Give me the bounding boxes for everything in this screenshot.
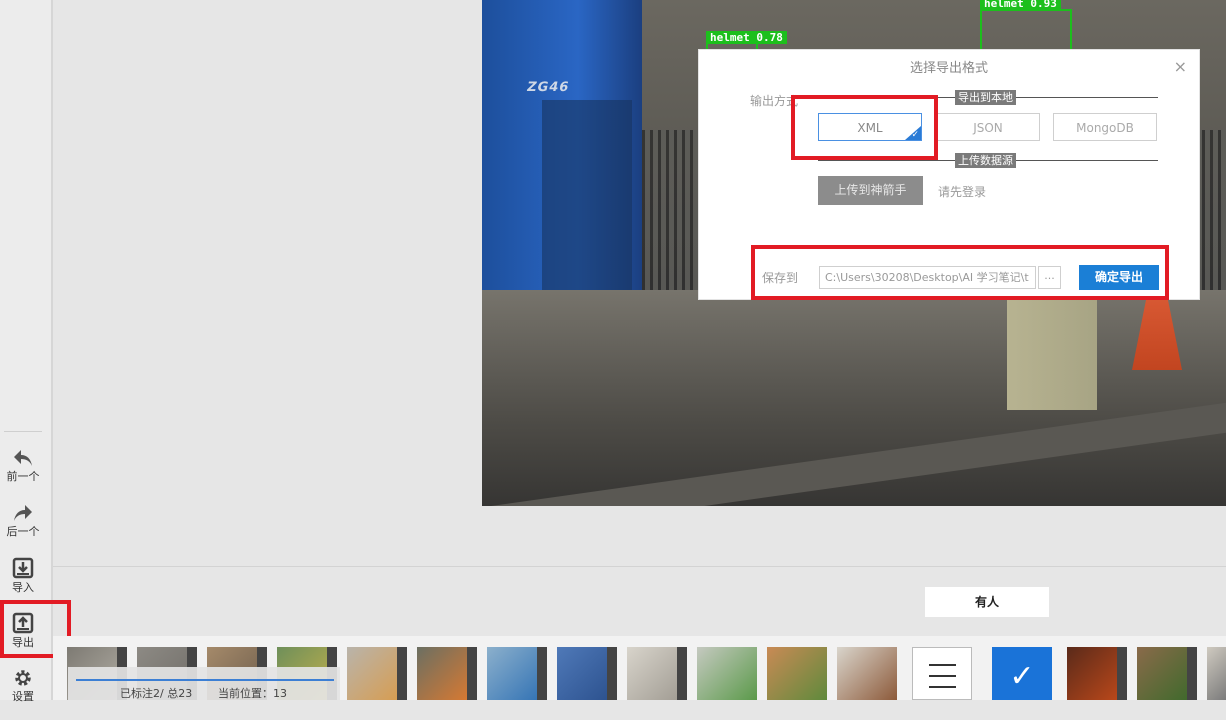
export-button[interactable]: 导出 xyxy=(0,612,46,664)
confirm-tile[interactable]: ✓ xyxy=(992,647,1052,700)
export-icon xyxy=(12,612,34,634)
login-hint[interactable]: 请先登录 xyxy=(938,183,986,200)
browse-button[interactable]: ... xyxy=(1038,266,1061,289)
thumbnail[interactable] xyxy=(1207,647,1226,700)
prev-button[interactable]: 前一个 xyxy=(0,448,46,500)
format-xml-button[interactable]: XML ✓ xyxy=(818,113,922,141)
thumbnail-edge xyxy=(467,647,477,700)
annotated-count: 已标注2/ 总23 xyxy=(120,687,193,700)
save-to-label: 保存到 xyxy=(762,271,799,285)
thumbnail[interactable] xyxy=(627,647,687,700)
truck-badge: ZG46 xyxy=(525,80,571,95)
thumbnail[interactable] xyxy=(557,647,617,700)
thumbnail[interactable] xyxy=(347,647,407,700)
redo-arrow-icon xyxy=(14,505,32,521)
format-mongodb-label: MongoDB xyxy=(1076,121,1134,135)
bottom-divider xyxy=(53,566,1226,567)
export-dialog: 选择导出格式 × 输出方式 导出到本地 XML ✓ JSON MongoDB 上… xyxy=(698,49,1200,300)
detection-label: helmet 0.93 xyxy=(980,0,1061,10)
confirm-export-button[interactable]: 确定导出 xyxy=(1079,265,1159,290)
current-position: 当前位置：13 xyxy=(218,687,287,700)
upload-button[interactable]: 上传到神箭手 xyxy=(818,176,923,205)
sidebar: 前一个 后一个 导入 导出 设置 xyxy=(0,0,53,703)
thumbnail[interactable] xyxy=(417,647,477,700)
prev-label: 前一个 xyxy=(6,470,40,483)
menu-icon xyxy=(929,664,956,666)
menu-icon xyxy=(929,675,956,677)
thumbnail-edge xyxy=(607,647,617,700)
settings-label: 设置 xyxy=(12,690,34,703)
format-json-label: JSON xyxy=(973,121,1003,135)
format-xml-label: XML xyxy=(857,121,883,135)
thumbnail[interactable] xyxy=(487,647,547,700)
import-label: 导入 xyxy=(12,581,34,594)
status-bar: 已标注2/ 总23 当前位置：13 xyxy=(68,667,340,700)
thumbnail-edge xyxy=(397,647,407,700)
image-worker xyxy=(1007,290,1097,410)
thumbnail[interactable] xyxy=(837,647,897,700)
import-button[interactable]: 导入 xyxy=(0,557,46,609)
local-section-tag: 导出到本地 xyxy=(955,90,1016,105)
menu-icon xyxy=(929,686,956,688)
detection-box[interactable] xyxy=(980,9,1072,53)
thumbnail-edge xyxy=(1187,647,1197,700)
thumbnail[interactable] xyxy=(767,647,827,700)
label-tag[interactable]: 有人 xyxy=(925,587,1049,617)
thumbnail-edge xyxy=(1117,647,1127,700)
check-icon: ✓ xyxy=(911,130,919,140)
thumbnail-edge xyxy=(537,647,547,700)
thumbnail[interactable] xyxy=(1067,647,1127,700)
gear-icon xyxy=(15,670,31,686)
menu-tile[interactable] xyxy=(912,647,972,700)
next-label: 后一个 xyxy=(6,525,40,538)
dialog-title: 选择导出格式 xyxy=(909,61,988,76)
sidebar-divider xyxy=(4,431,42,432)
export-label: 导出 xyxy=(12,636,34,649)
thumbnail[interactable] xyxy=(1137,647,1197,700)
format-json-button[interactable]: JSON xyxy=(936,113,1040,141)
import-icon xyxy=(12,557,34,579)
thumbnail-edge xyxy=(677,647,687,700)
format-mongodb-button[interactable]: MongoDB xyxy=(1053,113,1157,141)
output-method-label: 输出方式 xyxy=(750,94,799,108)
upload-section-tag: 上传数据源 xyxy=(955,153,1016,168)
close-icon[interactable]: × xyxy=(1174,57,1187,76)
detection-label: helmet 0.78 xyxy=(706,31,787,44)
settings-button[interactable]: 设置 xyxy=(0,668,46,720)
thumbnail[interactable] xyxy=(697,647,757,700)
undo-arrow-icon xyxy=(14,450,32,466)
save-path-input[interactable]: C:\Users\30208\Desktop\AI 学习笔记\t xyxy=(819,266,1036,289)
check-icon: ✓ xyxy=(1009,659,1035,694)
next-button[interactable]: 后一个 xyxy=(0,503,46,555)
progress-line xyxy=(76,679,334,681)
